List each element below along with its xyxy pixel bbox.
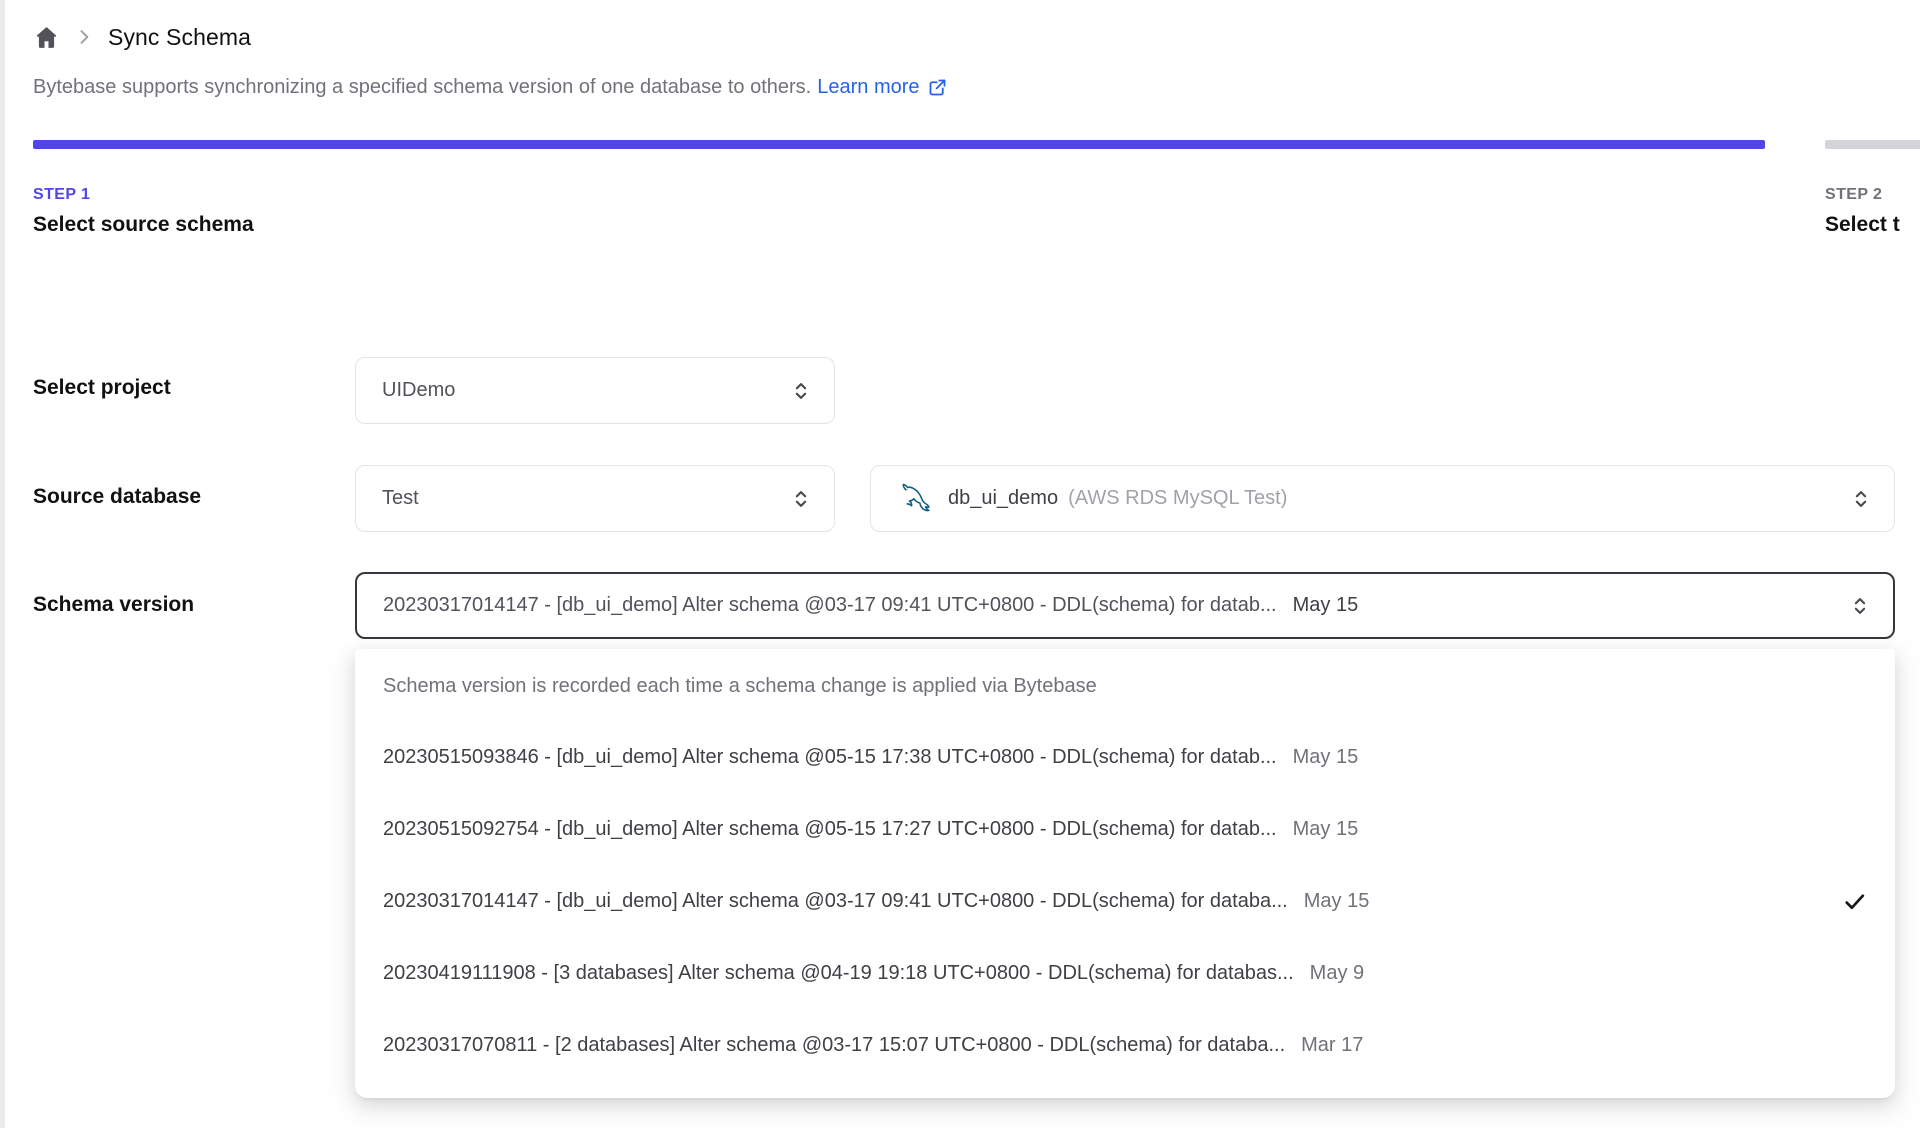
schema-version-select[interactable]: 20230317014147 - [db_ui_demo] Alter sche… [355, 572, 1895, 639]
sync-schema-page: Sync Schema Bytebase supports synchroniz… [5, 0, 1920, 1128]
schema-version-option[interactable]: 20230515092754 - [db_ui_demo] Alter sche… [355, 793, 1895, 865]
progress-bar-step1 [33, 140, 1765, 149]
page-title: Sync Schema [108, 23, 251, 50]
step-1-number: STEP 1 [33, 186, 91, 203]
database-select[interactable]: db_ui_demo (AWS RDS MySQL Test) [870, 465, 1895, 532]
option-date: May 15 [1292, 745, 1359, 768]
project-select-value: UIDemo [382, 379, 456, 401]
step-2-title: Select t [1825, 213, 1900, 236]
environment-select-value: Test [382, 487, 419, 509]
option-date: May 9 [1309, 961, 1365, 984]
chevron-up-down-icon [795, 382, 807, 399]
select-project-label: Select project [33, 376, 171, 399]
step-1-title: Select source schema [33, 213, 254, 236]
option-text: 20230515093846 - [db_ui_demo] Alter sche… [383, 745, 1277, 768]
schema-version-value: 20230317014147 - [db_ui_demo] Alter sche… [383, 594, 1277, 616]
chevron-up-down-icon [1854, 597, 1866, 614]
database-select-detail: (AWS RDS MySQL Test) [1068, 487, 1288, 509]
step-1-block: STEP 1 Select source schema [33, 186, 254, 237]
schema-version-option[interactable]: 20230515093846 - [db_ui_demo] Alter sche… [355, 721, 1895, 793]
schema-version-dropdown: Schema version is recorded each time a s… [355, 649, 1895, 1098]
home-icon[interactable] [33, 24, 60, 51]
option-text: 20230419111908 - [3 databases] Alter sch… [383, 961, 1294, 984]
option-text: 20230317014147 - [db_ui_demo] Alter sche… [383, 889, 1288, 912]
breadcrumb: Sync Schema [33, 20, 251, 54]
step-2-block: STEP 2 Select t [1825, 186, 1900, 237]
option-date: May 15 [1292, 817, 1359, 840]
source-database-label: Source database [33, 485, 202, 508]
schema-version-option[interactable]: 20230419111908 - [3 databases] Alter sch… [355, 937, 1895, 1009]
option-text: 20230515092754 - [db_ui_demo] Alter sche… [383, 817, 1277, 840]
environment-select[interactable]: Test [355, 465, 835, 532]
schema-version-label: Schema version [33, 593, 195, 616]
intro-description: Bytebase supports synchronizing a specif… [33, 76, 812, 98]
option-date: Mar 17 [1301, 1033, 1364, 1056]
database-select-value: db_ui_demo [948, 487, 1059, 509]
chevron-up-down-icon [1855, 490, 1867, 507]
intro-text: Bytebase supports synchronizing a specif… [33, 76, 948, 99]
schema-version-option-selected[interactable]: 20230317014147 - [db_ui_demo] Alter sche… [355, 865, 1895, 937]
option-date: May 15 [1303, 889, 1370, 912]
schema-version-option[interactable]: 20230317070811 - [2 databases] Alter sch… [355, 1009, 1895, 1081]
chevron-up-down-icon [795, 490, 807, 507]
mysql-dolphin-icon [902, 483, 930, 512]
check-icon [1845, 893, 1865, 909]
option-text: 20230317070811 - [2 databases] Alter sch… [383, 1033, 1286, 1056]
progress-bar-step2 [1825, 140, 1920, 149]
project-select[interactable]: UIDemo [355, 357, 835, 424]
learn-more-link[interactable]: Learn more [817, 76, 947, 99]
learn-more-label: Learn more [817, 76, 920, 98]
dropdown-header: Schema version is recorded each time a s… [383, 675, 1097, 697]
chevron-right-icon [80, 30, 89, 44]
schema-version-date: May 15 [1292, 594, 1359, 616]
step-2-number: STEP 2 [1825, 186, 1883, 203]
external-link-icon [929, 79, 945, 96]
